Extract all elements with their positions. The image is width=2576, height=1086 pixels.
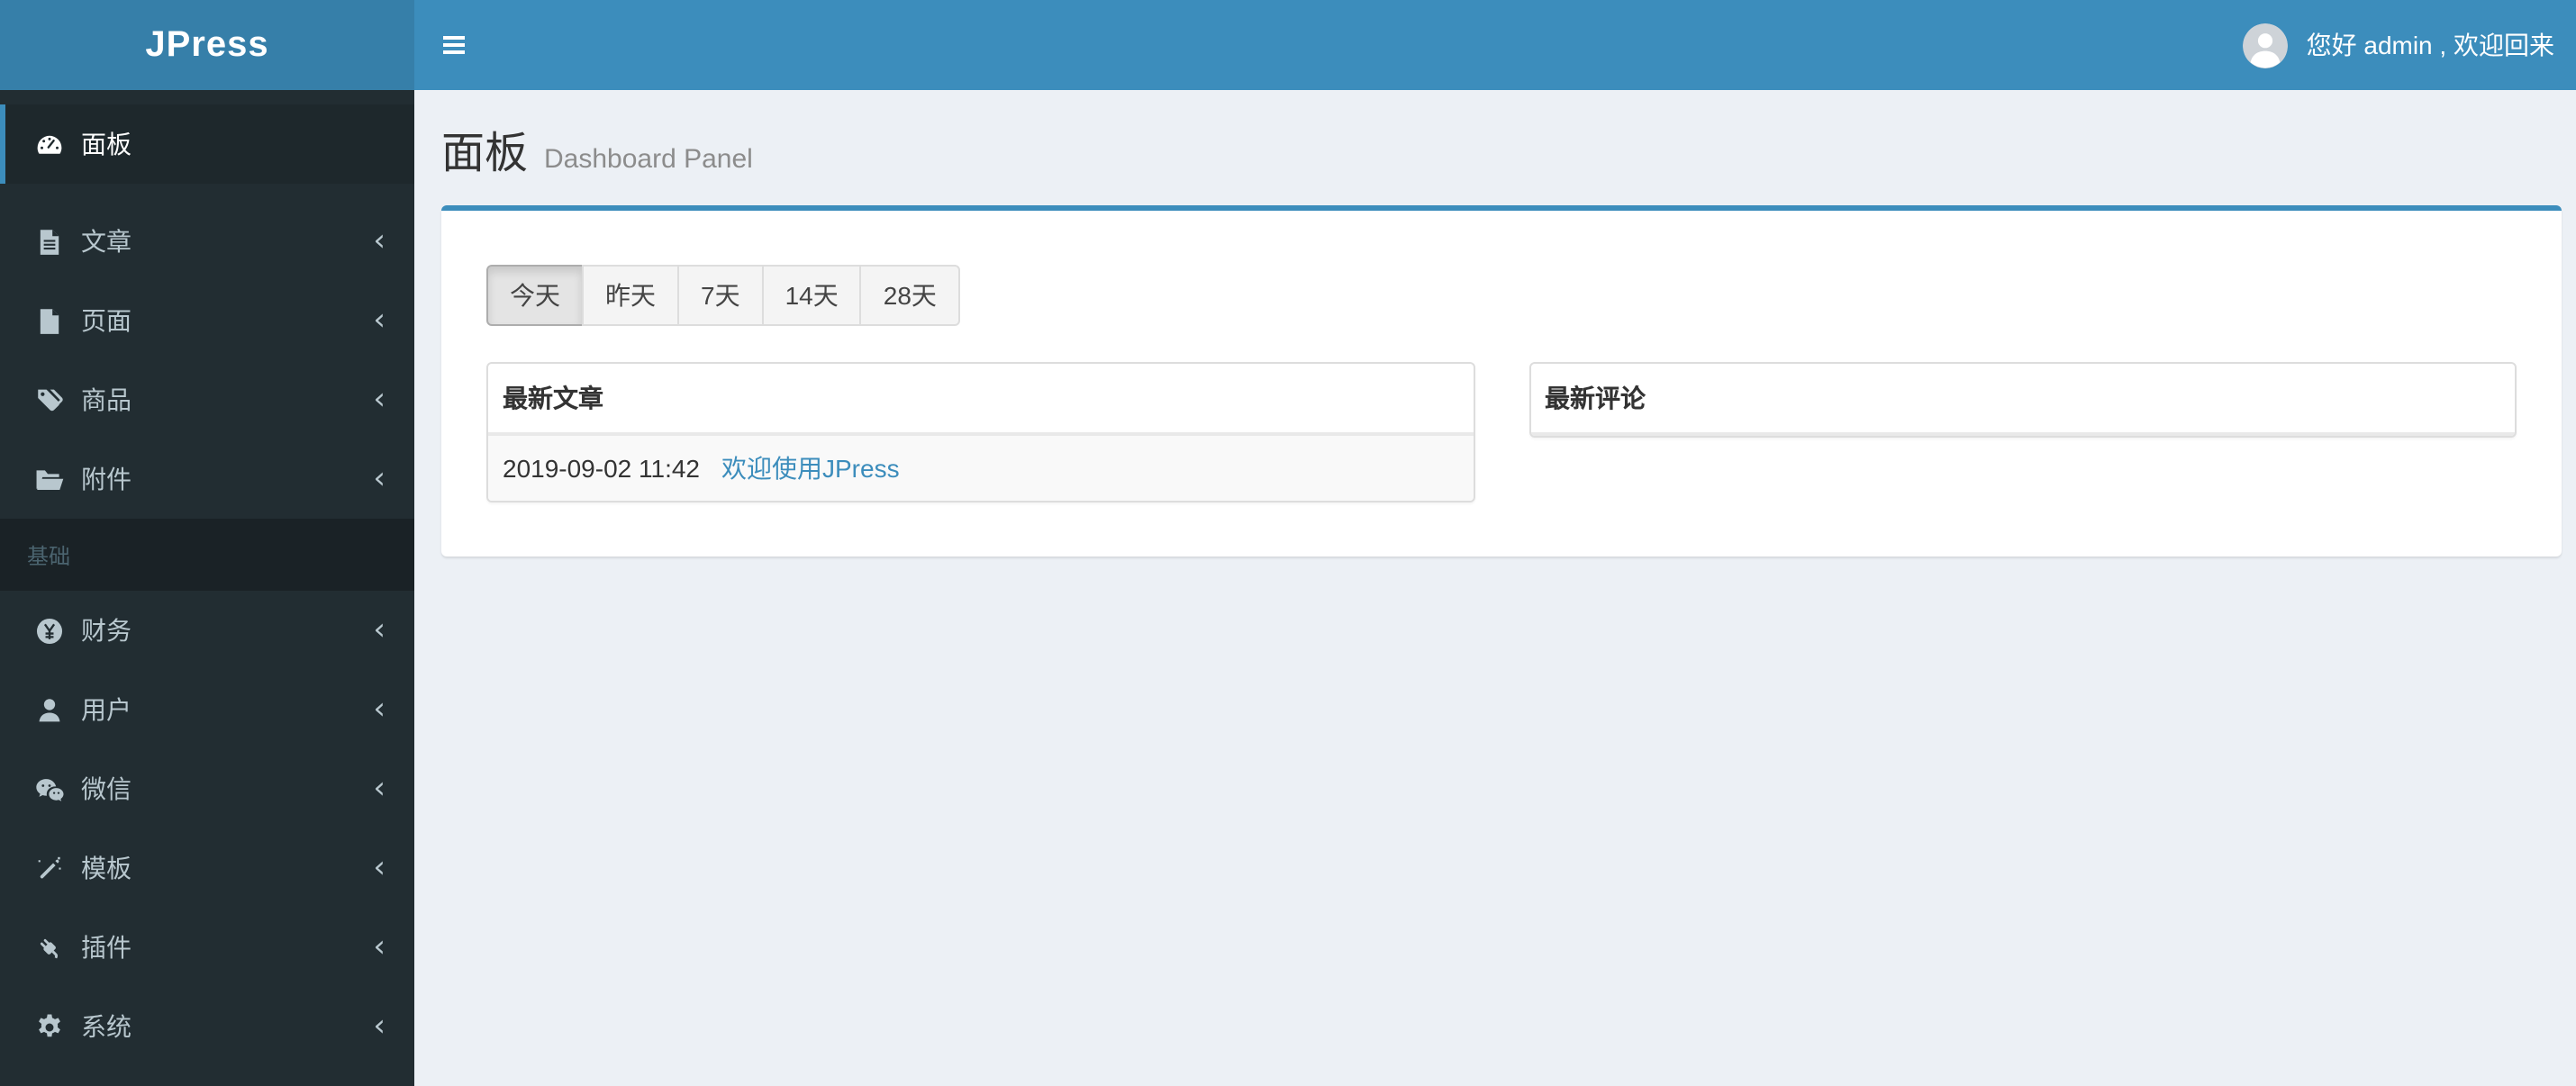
sidebar-item-articles[interactable]: 文章 ‹ [0,202,414,281]
sidebar-item-products[interactable]: 商品 ‹ [0,360,414,439]
filter-button-7d[interactable]: 7天 [677,265,764,326]
sidebar-item-label: 页面 [81,306,132,335]
magic-wand-icon [34,853,65,883]
page-title: 面板 [441,130,528,178]
sidebar-item-templates[interactable]: 模板 ‹ [0,828,414,908]
chevron-left-icon: ‹ [373,770,385,806]
content-header: 面板 Dashboard Panel [414,90,2576,180]
user-greeting: 您好 admin , 欢迎回来 [2306,31,2554,59]
article-time: 2019-09-02 11:42 [503,454,700,483]
filter-button-today[interactable]: 今天 [486,265,584,326]
chevron-left-icon: ‹ [373,611,385,647]
sidebar-toggle-button[interactable] [414,0,494,90]
chevron-left-icon: ‹ [373,222,385,258]
sidebar-item-plugins[interactable]: 插件 ‹ [0,908,414,987]
user-icon [34,694,65,725]
wechat-icon [34,774,65,804]
latest-articles-panel: 最新文章 2019-09-02 11:42 欢迎使用JPress [486,362,1474,502]
latest-comments-title: 最新评论 [1530,364,2515,436]
chevron-left-icon: ‹ [373,928,385,964]
sidebar-item-attachments[interactable]: 附件 ‹ [0,439,414,519]
folder-open-icon [34,464,65,494]
logo[interactable]: JPress [0,0,414,90]
tachometer-icon [34,129,65,159]
sidebar-menu: 面板 文章 ‹ 页面 ‹ 商品 ‹ 附件 ‹ 基础 财务 ‹ 用户 ‹ 微信 ‹… [0,90,414,1066]
sidebar-item-users[interactable]: 用户 ‹ [0,670,414,749]
chevron-left-icon: ‹ [373,849,385,885]
file-icon [34,305,65,336]
filter-button-yesterday[interactable]: 昨天 [582,265,679,326]
content-area: 面板 Dashboard Panel 今天 昨天 7天 14天 28天 最新文章… [414,90,2576,1086]
jpress-admin-page: JPress 您好 admin , 欢迎回来 面板 文章 ‹ 页面 ‹ 商品 ‹… [0,0,2576,1086]
top-navbar: 您好 admin , 欢迎回来 [414,0,2576,90]
sidebar-item-wechat[interactable]: 微信 ‹ [0,749,414,828]
filter-button-14d[interactable]: 14天 [761,265,862,326]
chevron-left-icon: ‹ [373,381,385,417]
sidebar-item-label: 系统 [81,1012,132,1041]
sidebar-item-label: 财务 [81,616,132,645]
latest-articles-title: 最新文章 [488,364,1473,436]
article-link[interactable]: 欢迎使用JPress [721,454,900,483]
chevron-left-icon: ‹ [373,691,385,727]
sidebar-item-system[interactable]: 系统 ‹ [0,987,414,1066]
user-menu[interactable]: 您好 admin , 欢迎回来 [2243,23,2576,68]
content-body: 今天 昨天 7天 14天 28天 最新文章 2019-09-02 11:42 欢… [414,180,2576,557]
tags-icon [34,385,65,415]
page-subtitle: Dashboard Panel [544,144,753,175]
hamburger-icon [443,36,465,40]
sidebar-item-dashboard[interactable]: 面板 [0,104,414,184]
sidebar: 面板 文章 ‹ 页面 ‹ 商品 ‹ 附件 ‹ 基础 财务 ‹ 用户 ‹ 微信 ‹… [0,90,414,1086]
sidebar-item-label: 附件 [81,465,132,493]
sidebar-item-label: 文章 [81,227,132,256]
dashboard-box: 今天 昨天 7天 14天 28天 最新文章 2019-09-02 11:42 欢… [441,205,2562,557]
filter-button-28d[interactable]: 28天 [859,265,960,326]
sidebar-item-label: 插件 [81,933,132,962]
plug-icon [34,932,65,963]
top-header: JPress 您好 admin , 欢迎回来 [0,0,2576,90]
sidebar-item-finance[interactable]: 财务 ‹ [0,591,414,670]
sidebar-section-header: 基础 [0,519,414,591]
sidebar-item-label: 面板 [81,130,132,158]
sidebar-item-label: 商品 [81,385,132,414]
dashboard-panels: 最新文章 2019-09-02 11:42 欢迎使用JPress 最新评论 [486,362,2517,502]
chevron-left-icon: ‹ [373,302,385,338]
chevron-left-icon: ‹ [373,1008,385,1044]
sidebar-item-label: 用户 [81,695,132,724]
gear-icon [34,1011,65,1042]
sidebar-item-label: 模板 [81,854,132,882]
sidebar-item-label: 微信 [81,774,132,803]
latest-comments-panel: 最新评论 [1528,362,2517,438]
sidebar-item-pages[interactable]: 页面 ‹ [0,281,414,360]
date-range-filter-group: 今天 昨天 7天 14天 28天 [486,265,960,326]
article-row: 2019-09-02 11:42 欢迎使用JPress [488,434,1473,501]
file-text-icon [34,226,65,257]
yen-circle-icon [34,615,65,646]
user-avatar-icon [2243,23,2289,68]
chevron-left-icon: ‹ [373,460,385,496]
